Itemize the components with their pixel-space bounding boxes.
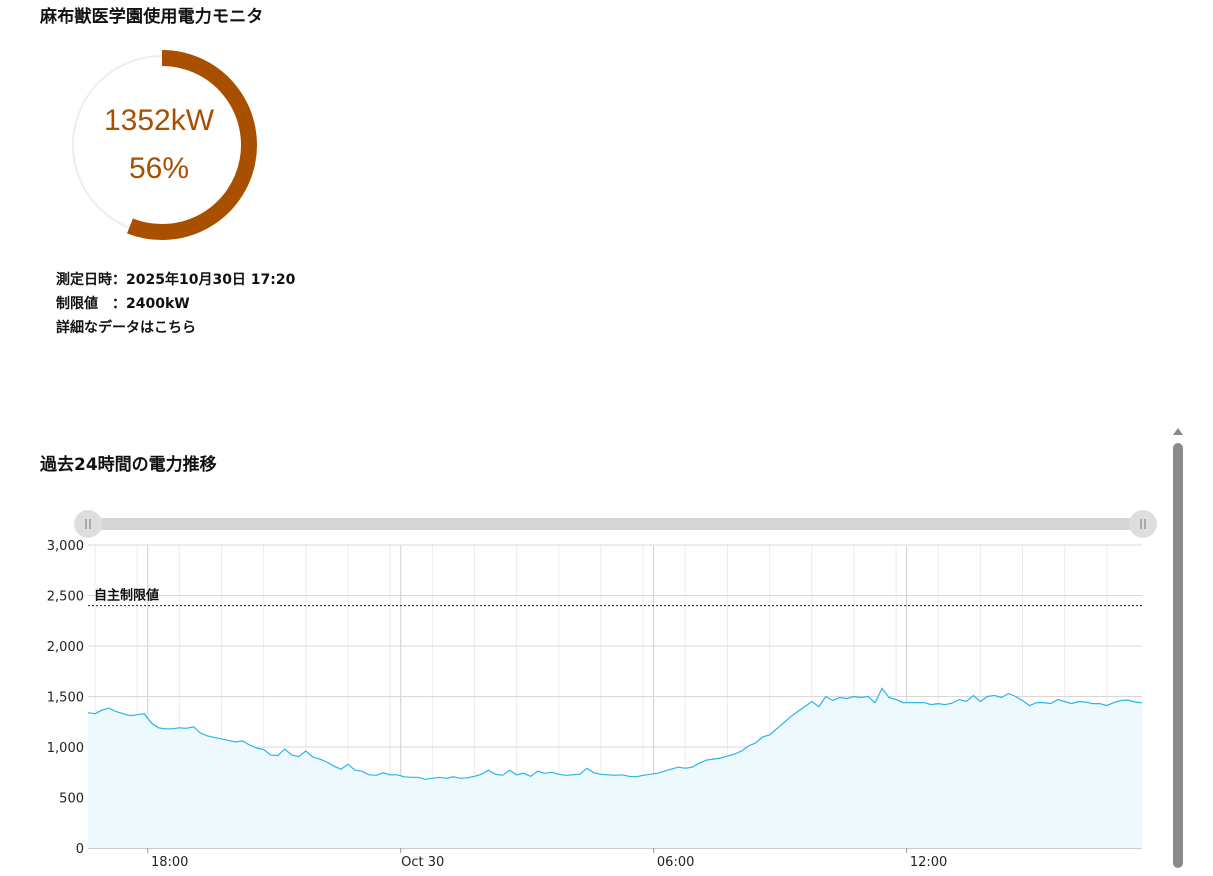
x-tick-label: 06:00 — [657, 855, 694, 870]
series-area — [88, 688, 1142, 848]
scrollbar-thumb[interactable] — [1173, 443, 1183, 868]
x-tick-label: 12:00 — [910, 855, 947, 870]
reference-line-label: 自主制限値 — [94, 588, 159, 604]
y-tick-label: 2,500 — [47, 590, 84, 605]
y-tick-label: 500 — [59, 792, 84, 807]
y-tick-label: 1,000 — [47, 741, 84, 756]
navigator-handle-right[interactable] — [1129, 510, 1157, 538]
x-tick-label: Oct 30 — [401, 855, 444, 870]
chart-plot: 自主制限値 — [87, 588, 1143, 848]
y-tick-label: 3,000 — [47, 539, 84, 554]
navigator-handle-left[interactable] — [74, 510, 102, 538]
navigator-track — [88, 518, 1142, 530]
power-chart: 自主制限値 0 500 1,000 1,500 2,000 2,500 3,000 18:00… — [47, 510, 1157, 870]
range-navigator[interactable] — [74, 510, 1157, 538]
y-tick-label: 1,500 — [47, 691, 84, 706]
scroll-up-arrow-icon[interactable] — [1173, 428, 1183, 435]
y-tick-label: 2,000 — [47, 640, 84, 655]
x-tick-label: 18:00 — [151, 855, 188, 870]
y-tick-label: 0 — [76, 842, 84, 857]
